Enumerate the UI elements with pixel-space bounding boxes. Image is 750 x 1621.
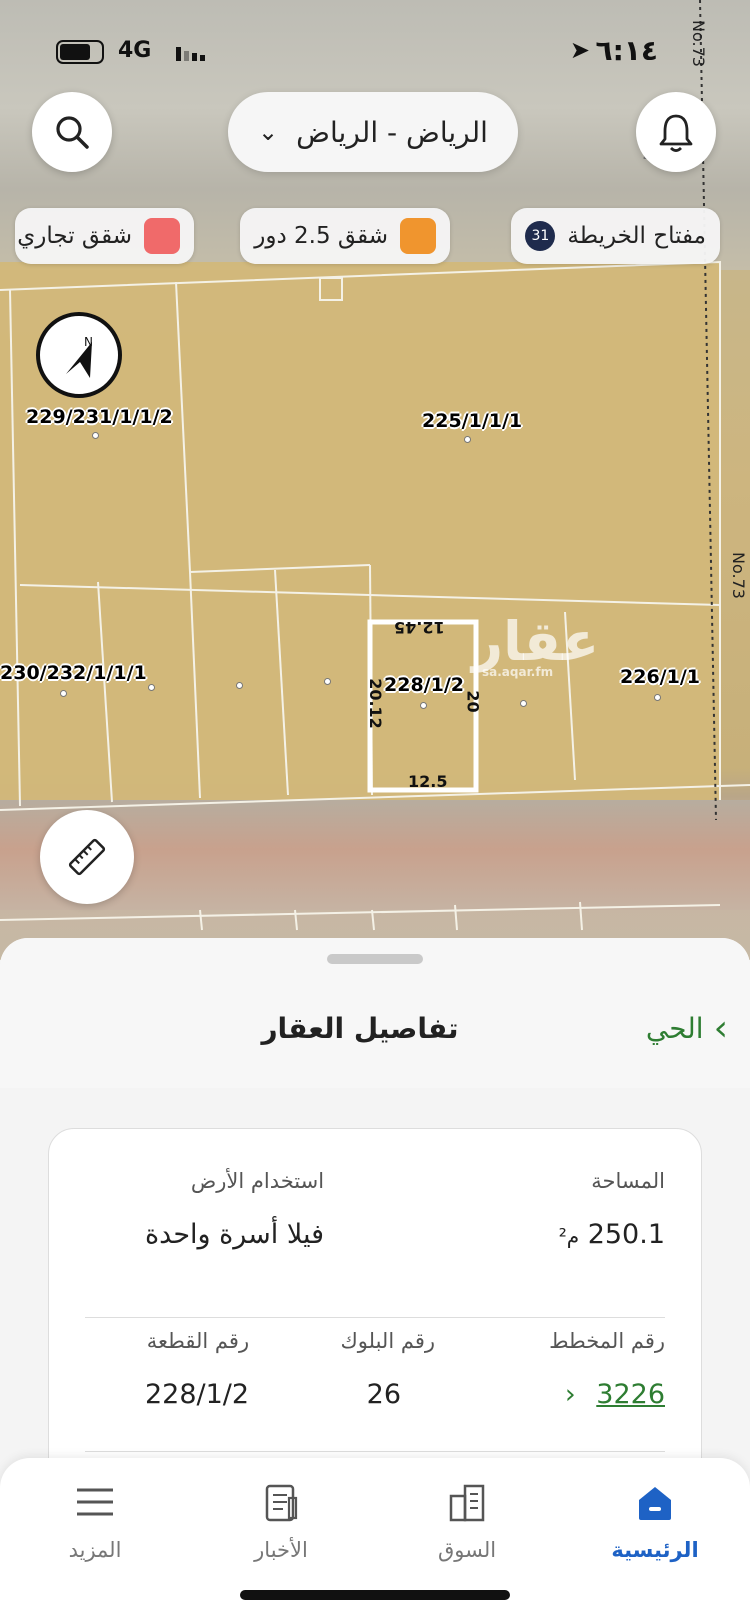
- plan-label: رقم المخطط: [549, 1329, 665, 1353]
- legend-chip-commercial[interactable]: شقق تجاري: [15, 208, 194, 264]
- neighborhood-back-button[interactable]: › الحي: [646, 1008, 728, 1049]
- block-label: رقم البلوك: [340, 1329, 435, 1353]
- nav-label: الرئيسية: [611, 1538, 699, 1562]
- dim-bottom: 12.5: [408, 772, 448, 791]
- nav-news[interactable]: الأخبار: [216, 1480, 346, 1562]
- plot-dot: [420, 702, 427, 709]
- legend-count-badge: 31: [525, 221, 556, 251]
- plot-dot: [92, 432, 99, 439]
- chevron-down-icon: ⌄: [258, 118, 279, 146]
- plot-dot: [324, 678, 331, 685]
- menu-icon: [77, 1488, 113, 1516]
- notifications-button[interactable]: [636, 92, 716, 172]
- legend-chip-apartments[interactable]: شقق 2.5 دور: [240, 208, 450, 264]
- plot-value: 228/1/2: [145, 1379, 250, 1410]
- network-type: 4G: [118, 38, 152, 63]
- plot-field: رقم القطعة 228/1/2: [145, 1329, 249, 1410]
- area-value: 250.1 م²: [558, 1219, 665, 1250]
- nav-label: السوق: [437, 1538, 497, 1562]
- home-icon: [639, 1487, 671, 1520]
- land-use-field: استخدام الأرض فيلا أسرة واحدة: [145, 1169, 324, 1250]
- map-legend-button[interactable]: مفتاح الخريطة 31: [511, 208, 720, 264]
- details-row: رقم المخطط 3226 ‹ رقم البلوك 26 رقم القط…: [85, 1329, 665, 1469]
- home-indicator: [240, 1590, 510, 1600]
- area-label: المساحة: [591, 1169, 665, 1193]
- location-arrow-icon: ➤: [569, 36, 590, 64]
- dim-left: 20.12: [365, 678, 385, 729]
- legend-swatch: [400, 218, 436, 254]
- compass-icon[interactable]: N: [36, 312, 122, 398]
- battery-icon: [56, 40, 104, 64]
- chevron-right-icon: ›: [713, 1008, 728, 1049]
- legend-label: شقق تجاري: [17, 223, 132, 249]
- road-label-side: No.73: [729, 552, 748, 599]
- legend-label: شقق 2.5 دور: [254, 223, 388, 249]
- sheet-drag-handle[interactable]: [327, 954, 423, 964]
- plot-label[interactable]: 225/1/1/1: [422, 410, 522, 432]
- dim-right: 20: [463, 690, 483, 713]
- sheet-header: تفاصيل العقار › الحي: [0, 938, 750, 1088]
- plan-link[interactable]: 3226 ‹: [549, 1379, 665, 1410]
- plan-field: رقم المخطط 3226 ‹: [549, 1329, 665, 1410]
- divider: [85, 1317, 665, 1318]
- city-selector[interactable]: ⌄ الرياض - الرياض: [228, 92, 518, 172]
- nav-more[interactable]: المزيد: [30, 1480, 160, 1562]
- plot-dot: [464, 436, 471, 443]
- block-field: رقم البلوك 26: [340, 1329, 435, 1410]
- bell-icon: [659, 114, 693, 152]
- land-use-label: استخدام الأرض: [190, 1169, 325, 1193]
- block-value: 26: [366, 1379, 401, 1410]
- plot-dot: [148, 684, 155, 691]
- dim-top: 12.45: [394, 618, 445, 637]
- divider: [85, 1451, 665, 1452]
- plot-label: رقم القطعة: [146, 1329, 250, 1353]
- ruler-icon: [68, 838, 106, 876]
- plot-dot: [236, 682, 243, 689]
- details-row: المساحة 250.1 م² استخدام الأرض فيلا أسرة…: [85, 1169, 665, 1309]
- nav-home[interactable]: الرئيسية: [590, 1480, 720, 1562]
- chevron-left-icon: ‹: [564, 1379, 576, 1410]
- building-icon: [449, 1484, 485, 1522]
- sheet-title: تفاصيل العقار: [261, 1012, 459, 1045]
- nav-label: الأخبار: [254, 1538, 308, 1562]
- measure-button[interactable]: [40, 810, 134, 904]
- plot-dot: [654, 694, 661, 701]
- news-icon: [265, 1484, 298, 1522]
- plot-dot: [520, 700, 527, 707]
- status-time: ٦:١٤: [595, 34, 658, 67]
- land-use-value: فيلا أسرة واحدة: [145, 1219, 325, 1250]
- back-label: الحي: [645, 1012, 704, 1045]
- area-field: المساحة 250.1 م²: [559, 1169, 665, 1250]
- plot-dot: [60, 690, 67, 697]
- plot-label[interactable]: 226/1/1: [620, 666, 700, 688]
- legend-swatch: [144, 218, 180, 254]
- nav-market[interactable]: السوق: [402, 1480, 532, 1562]
- plot-label[interactable]: 229/231/1/1/2: [26, 406, 173, 428]
- nav-label: المزيد: [68, 1538, 122, 1562]
- legend-label: مفتاح الخريطة: [567, 223, 706, 249]
- status-bar: 4G ➤ ٦:١٤: [0, 30, 750, 70]
- search-button[interactable]: [32, 92, 112, 172]
- search-icon: [56, 116, 89, 149]
- watermark: عقار sa.aqar.fm: [472, 610, 600, 679]
- city-selector-label: الرياض - الرياض: [296, 115, 488, 149]
- signal-icon: [176, 42, 208, 61]
- plot-label[interactable]: 230/232/1/1/1: [0, 662, 147, 684]
- plot-label-selected[interactable]: 228/1/2: [384, 674, 464, 696]
